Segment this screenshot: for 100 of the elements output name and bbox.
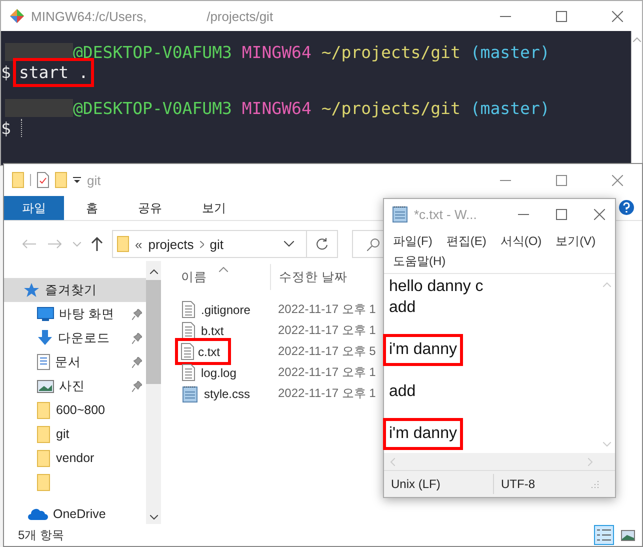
address-bar[interactable]: « projects git — [112, 230, 338, 258]
column-header[interactable]: 수정한 날짜 — [270, 264, 380, 290]
folder-icon — [117, 236, 129, 252]
file-name: log.log — [201, 366, 236, 380]
notepad-file-icon — [182, 384, 198, 402]
menu-item[interactable]: 편집(E) — [441, 231, 492, 251]
ribbon-tab[interactable]: 파일 — [4, 196, 64, 220]
ribbon-tab[interactable]: 보기 — [186, 196, 242, 220]
folder-icon — [37, 450, 51, 466]
text-file-icon — [182, 364, 195, 381]
file-row[interactable]: log.log 2022-11-17 오후 1 — [161, 362, 381, 383]
scrollbar-thumb[interactable] — [146, 280, 161, 384]
file-row[interactable]: .gitignore 2022-11-17 오후 1 — [161, 299, 381, 320]
nav-label: 즐겨찾기 — [45, 282, 97, 298]
breadcrumb[interactable]: git — [210, 236, 224, 252]
text-line: i'm danny — [389, 424, 457, 442]
text-line: i'm danny — [389, 340, 457, 358]
prompt-branch: (master) — [470, 42, 550, 62]
nav-label: git — [56, 427, 70, 441]
breadcrumb[interactable]: projects — [148, 236, 194, 252]
text-file-icon — [182, 322, 195, 339]
nav-label: 바탕 화면 — [59, 306, 114, 322]
nav-item[interactable]: 문서 — [4, 350, 146, 374]
nav-label: vendor — [56, 451, 94, 465]
dropdown-icon — [73, 177, 81, 183]
nav-item[interactable]: 즐겨찾기 — [4, 278, 146, 302]
nav-item[interactable]: 600~800 — [4, 398, 146, 422]
file-row[interactable]: b.txt 2022-11-17 오후 1 — [161, 320, 381, 341]
prompt-symbol: $ — [1, 118, 11, 138]
text-line: add — [389, 298, 416, 316]
nav-label: 문서 — [55, 354, 81, 370]
file-row[interactable]: style.css 2022-11-17 오후 1 — [161, 383, 381, 404]
forward-arrow-icon — [48, 239, 62, 249]
encoding-status: UTF-8 — [493, 474, 591, 494]
nav-label: 사진 — [59, 378, 85, 394]
file-name: b.txt — [201, 324, 224, 338]
nav-item[interactable]: vendor — [4, 446, 146, 470]
download-icon — [37, 330, 53, 346]
column-header[interactable]: 이름 — [181, 264, 270, 290]
file-name: style.css — [204, 386, 250, 400]
divider-icon — [30, 174, 31, 186]
folder-icon — [37, 402, 51, 418]
menu-item[interactable]: 파일(F) — [388, 231, 438, 251]
close-icon — [594, 208, 604, 220]
dropdown-icon — [284, 241, 294, 247]
nav-item[interactable]: 사진 — [4, 374, 146, 398]
nav-item[interactable]: git — [4, 422, 146, 446]
window-title: MINGW64:/c/Users, — [31, 8, 147, 24]
ribbon-tab[interactable]: 공유 — [122, 196, 178, 220]
window-title: /projects/git — [206, 8, 274, 24]
scroll-left-icon — [390, 458, 395, 466]
file-name: .gitignore — [201, 302, 250, 316]
prompt-branch: (master) — [470, 98, 550, 118]
nav-item[interactable]: 바탕 화면 — [4, 302, 146, 326]
file-name: c.txt — [198, 344, 220, 358]
menu-item[interactable]: 도움말(H) — [388, 251, 451, 271]
text-editor[interactable]: hello danny c add i'm danny add i'm danny — [384, 274, 598, 453]
text-file-icon — [181, 343, 194, 360]
menu-item[interactable]: 보기(V) — [550, 231, 601, 251]
nav-item[interactable]: 다운로드 — [4, 326, 146, 350]
modified-date: 2022-11-17 오후 1 — [278, 322, 376, 339]
chevron-icon — [200, 240, 204, 248]
pictures-icon — [37, 380, 54, 392]
help-icon — [619, 200, 634, 215]
scroll-up-icon — [150, 269, 158, 274]
prompt-path: ~/projects/git — [321, 42, 460, 62]
folder-icon — [37, 474, 51, 490]
modified-date: 2022-11-17 오후 1 — [278, 301, 376, 318]
close-icon — [612, 10, 622, 22]
star-icon — [23, 282, 40, 298]
prompt-host: @DESKTOP-V0AFUM3 — [73, 42, 232, 62]
window-title: git — [87, 172, 101, 188]
text-file-icon — [182, 301, 195, 318]
prompt-shell: MINGW64 — [242, 42, 312, 62]
details-view-button[interactable] — [594, 525, 614, 545]
folder-icon — [12, 172, 24, 188]
prompt-symbol: $ — [1, 62, 11, 82]
scroll-down-icon — [150, 515, 158, 520]
text-line: add — [389, 382, 416, 400]
menu-item[interactable]: 서식(O) — [495, 231, 547, 251]
modified-date: 2022-11-17 오후 5 — [278, 343, 376, 360]
caret-icon — [73, 242, 81, 246]
ribbon-tab[interactable]: 홈 — [70, 196, 114, 220]
terminal-area[interactable]: @DESKTOP-V0AFUM3 MINGW64 ~/projects/git (master) $ start . @DESKTOP-V0AFUM3 MINGW64 ~/projects/git (master) $ — [1, 31, 642, 165]
prompt-host: @DESKTOP-V0AFUM3 — [73, 98, 232, 118]
modified-date: 2022-11-17 오후 1 — [278, 385, 376, 402]
checked-document-icon — [37, 172, 49, 188]
scroll-up-icon — [602, 282, 610, 287]
maximize-icon — [556, 10, 566, 22]
nav-item[interactable]: OneDrive — [4, 502, 146, 526]
up-arrow-icon — [91, 237, 103, 251]
item-count: 5개 항목 — [18, 526, 64, 544]
overflow-chevron[interactable]: « — [135, 236, 142, 252]
file-row[interactable]: c.txt 2022-11-17 오후 5 — [161, 341, 381, 362]
back-arrow-icon — [22, 239, 36, 249]
line-ending-status: Unix (LF) — [390, 476, 442, 493]
scroll-down-icon — [602, 442, 610, 447]
cloud-icon — [28, 508, 48, 520]
folder-icon — [55, 172, 67, 188]
refresh-icon — [316, 238, 328, 250]
